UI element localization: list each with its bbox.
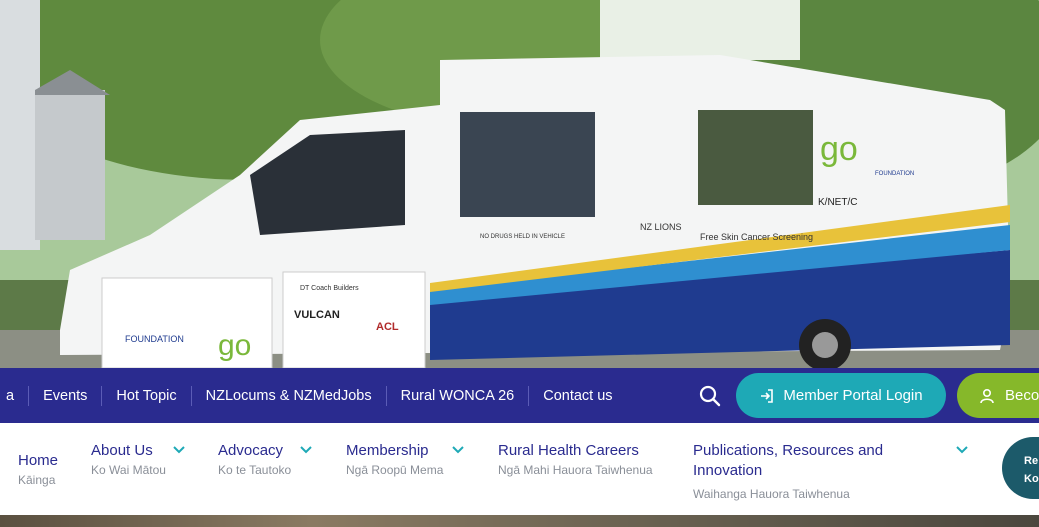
menu-item-label: Home: [18, 452, 59, 469]
menu-item-home[interactable]: Home Kāinga: [18, 451, 58, 489]
menu-item-sublabel: Ngā Mahi Hauora Taiwhenua: [498, 463, 653, 477]
top-nav-item-events[interactable]: Events: [28, 385, 101, 406]
svg-text:NO DRUGS HELD IN VEHICLE: NO DRUGS HELD IN VEHICLE: [480, 234, 565, 240]
main-menu: Home Kāinga About Us Ko Wai Mātou Advoca…: [0, 423, 1039, 515]
svg-text:FOUNDATION: FOUNDATION: [125, 334, 184, 344]
top-nav-item-contact-us[interactable]: Contact us: [528, 385, 626, 406]
menu-item-label: About Us: [91, 442, 153, 459]
chevron-down-icon[interactable]: [451, 445, 465, 455]
menu-item-sublabel: Waihanga Hauora Taiwhenua: [693, 487, 850, 501]
svg-text:K/NET/C: K/NET/C: [818, 197, 857, 208]
svg-text:Free Skin Cancer Screening: Free Skin Cancer Screening: [700, 232, 813, 242]
top-nav-links: a Events Hot Topic NZLocums & NZMedJobs …: [0, 368, 627, 423]
page: NZ LIONS Free Skin Cancer Screening NO D…: [0, 0, 1039, 527]
svg-text:VULCAN: VULCAN: [294, 309, 340, 321]
next-section-image-strip: [0, 515, 1039, 527]
svg-text:FOUNDATION: FOUNDATION: [875, 171, 914, 177]
search-button[interactable]: [696, 382, 724, 410]
menu-item-publications[interactable]: Publications, Resources and Innovation W…: [693, 441, 913, 503]
hero-image: NZ LIONS Free Skin Cancer Screening NO D…: [0, 0, 1039, 368]
top-nav-item-nzlocums[interactable]: NZLocums & NZMedJobs: [190, 385, 386, 406]
menu-item-sublabel: Ngā Roopū Mema: [346, 463, 444, 477]
search-icon: [699, 385, 721, 407]
menu-item-label: Rural Health Careers: [498, 442, 639, 459]
menu-item-advocacy[interactable]: Advocacy Ko te Tautoko: [218, 441, 293, 479]
member-portal-login-label: Member Portal Login: [783, 387, 923, 404]
svg-text:go: go: [820, 130, 858, 168]
chevron-down-icon[interactable]: [955, 445, 969, 455]
svg-text:go: go: [218, 329, 251, 362]
chevron-down-icon[interactable]: [172, 445, 186, 455]
cta-button[interactable]: Re Ko: [1002, 437, 1039, 499]
svg-text:NZ LIONS: NZ LIONS: [640, 222, 682, 232]
svg-text:DT Coach Builders: DT Coach Builders: [300, 285, 359, 292]
svg-text:ACL: ACL: [376, 321, 399, 333]
login-icon: [761, 388, 774, 403]
menu-item-sublabel: Ko te Tautoko: [218, 463, 292, 477]
cta-label-line2: Ko: [1024, 473, 1039, 485]
member-portal-login-button[interactable]: Member Portal Login: [736, 373, 946, 418]
van-illustration: NZ LIONS Free Skin Cancer Screening NO D…: [0, 0, 1039, 368]
menu-item-label: Membership: [346, 442, 429, 459]
menu-item-membership[interactable]: Membership Ngā Roopū Mema: [346, 441, 446, 479]
menu-item-sublabel: Ko Wai Mātou: [91, 463, 166, 477]
cta-label-line1: Re: [1024, 455, 1039, 467]
top-nav-item-rural-wonca[interactable]: Rural WONCA 26: [385, 385, 529, 406]
menu-item-label: Advocacy: [218, 442, 284, 459]
top-nav-item-truncated[interactable]: a: [0, 386, 28, 406]
menu-item-sublabel: Kāinga: [18, 473, 56, 487]
top-navigation-bar: a Events Hot Topic NZLocums & NZMedJobs …: [0, 368, 1039, 423]
menu-item-about-us[interactable]: About Us Ko Wai Mātou: [91, 441, 171, 479]
menu-item-label: Publications, Resources and Innovation: [693, 442, 884, 479]
user-icon: [980, 388, 994, 403]
become-member-button[interactable]: Beco: [957, 373, 1039, 418]
top-nav-item-hot-topic[interactable]: Hot Topic: [101, 385, 190, 406]
become-member-label: Beco: [1005, 387, 1039, 404]
menu-item-rural-health-careers[interactable]: Rural Health Careers Ngā Mahi Hauora Tai…: [498, 441, 658, 479]
chevron-down-icon[interactable]: [299, 445, 313, 455]
